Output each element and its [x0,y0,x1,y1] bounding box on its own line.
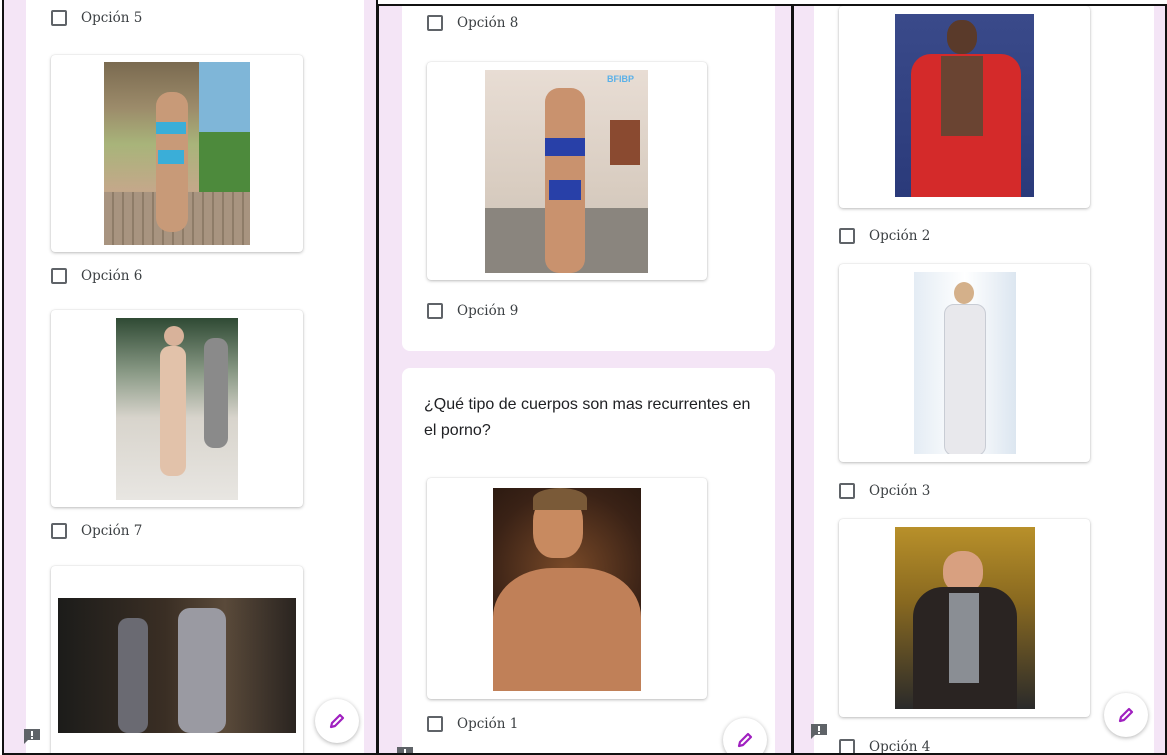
checkbox[interactable] [839,739,855,753]
white-outfit-model-photo [914,272,1016,454]
beach-house-swimsuit-photo [104,62,250,245]
option-1[interactable]: Opción 1 [427,713,518,735]
option-image-card [839,519,1090,717]
runway-model-photo [116,318,238,500]
form-panel-left: Opción 5 Opción 6 Opción 7 [2,0,378,755]
option-image-card [427,478,707,699]
feedback-icon[interactable] [23,728,41,744]
option-image-card [51,55,303,252]
question-card: Opción 2 Opción 3 Opción 4 [814,6,1154,755]
option-8[interactable]: Opción 8 [427,12,518,34]
feedback-icon[interactable] [396,746,414,755]
option-6[interactable]: Opción 6 [51,265,142,287]
option-label: Opción 3 [869,483,931,499]
feedback-icon[interactable] [810,723,828,739]
option-image-card [839,6,1090,208]
edit-button[interactable] [723,718,767,753]
question-card: Opción 8 BFIBP Opción 9 [402,6,775,351]
option-5[interactable]: Opción 5 [51,7,142,29]
checkbox[interactable] [427,15,443,31]
question-card: ¿Qué tipo de cuerpos son mas recurrentes… [402,368,775,753]
red-suit-man-photo [895,14,1034,197]
option-label: Opción 1 [457,716,519,732]
pencil-icon [329,713,345,729]
option-label: Opción 8 [457,15,519,31]
option-2[interactable]: Opción 2 [839,225,930,247]
option-7[interactable]: Opción 7 [51,520,142,542]
checkbox[interactable] [51,523,67,539]
option-image-card [839,264,1090,462]
checkbox[interactable] [427,303,443,319]
option-image-card: BFIBP [427,62,707,280]
option-9[interactable]: Opción 9 [427,300,518,322]
edit-button[interactable] [1104,693,1148,737]
option-label: Opción 6 [81,268,143,284]
option-image-card [51,310,303,507]
pencil-icon [737,732,753,748]
option-label: Opción 5 [81,10,143,26]
checkbox[interactable] [427,716,443,732]
fitness-bikini-photo: BFIBP [485,70,648,273]
option-4[interactable]: Opción 4 [839,736,931,755]
option-label: Opción 7 [81,523,143,539]
option-label: Opción 9 [457,303,519,319]
option-image-card [51,566,303,753]
option-3[interactable]: Opción 3 [839,480,930,502]
form-panel-right: Opción 2 Opción 3 Opción 4 [792,4,1167,755]
option-label: Opción 2 [869,228,931,244]
checkbox[interactable] [839,483,855,499]
checkbox[interactable] [51,268,67,284]
question-title: ¿Qué tipo de cuerpos son mas recurrentes… [424,396,751,439]
option-label: Opción 4 [869,739,931,755]
checkbox[interactable] [839,228,855,244]
form-panel-middle: Opción 8 BFIBP Opción 9 ¿Qué tipo de cue… [377,4,793,755]
pencil-icon [1118,707,1134,723]
watermark: BFIBP [607,74,634,84]
question-card: Opción 5 Opción 6 Opción 7 [26,0,364,753]
shirtless-man-portrait-photo [493,488,641,691]
edit-button[interactable] [315,699,359,743]
two-women-sequined-outfits-photo [58,598,296,733]
dark-blazer-man-photo [895,527,1035,709]
checkbox[interactable] [51,10,67,26]
